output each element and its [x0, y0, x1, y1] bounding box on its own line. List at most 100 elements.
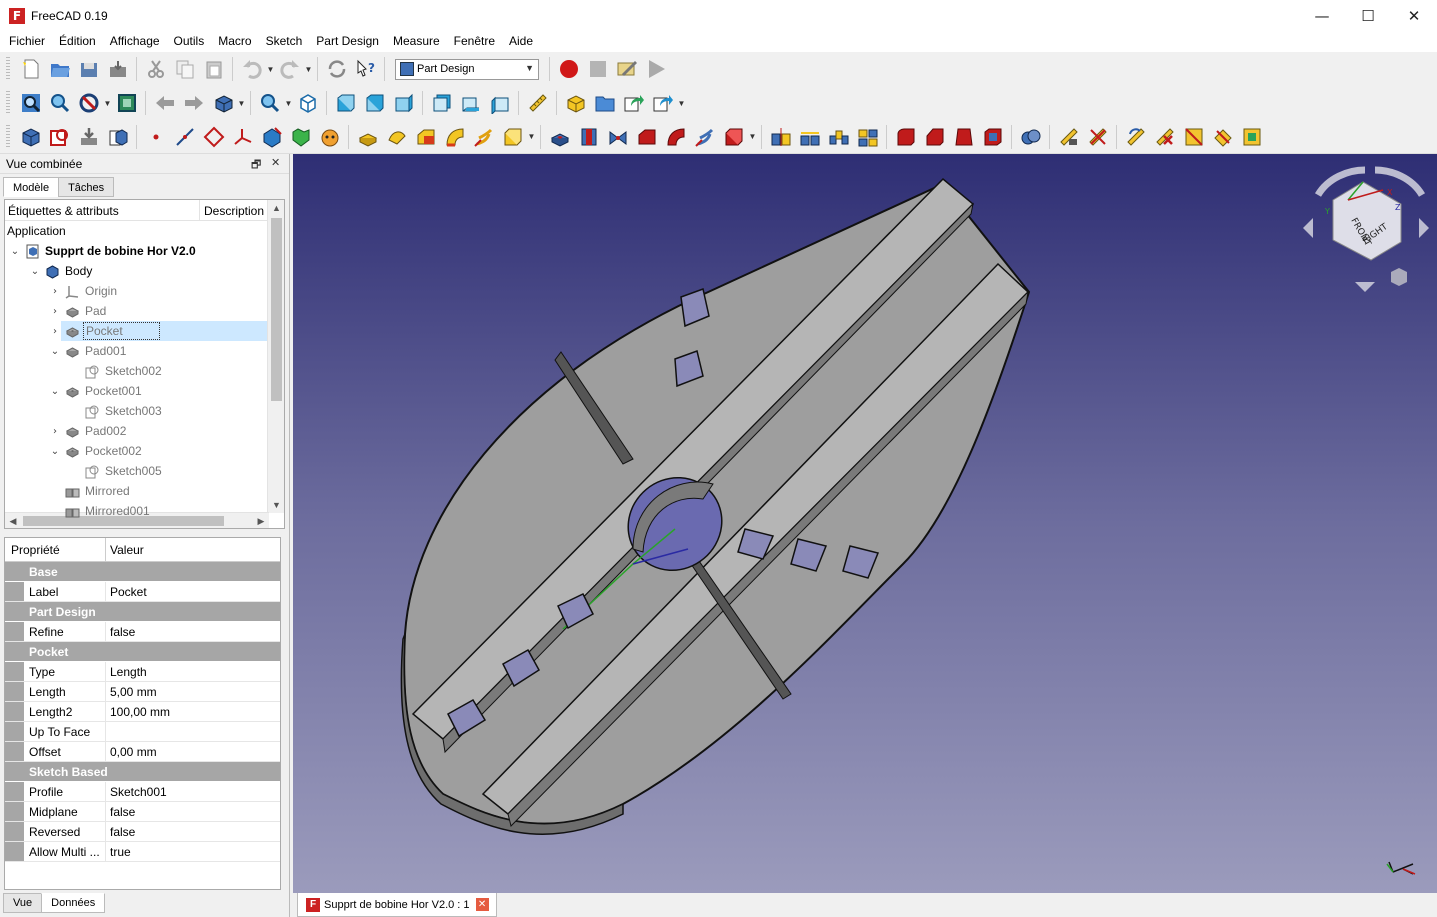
redo-dropdown-icon[interactable]: ▼	[304, 55, 313, 83]
shape-binder-button[interactable]	[257, 123, 286, 151]
menu-fichier[interactable]: Fichier	[2, 31, 52, 52]
view-left-button[interactable]	[485, 89, 514, 117]
measure-refresh-button[interactable]	[1121, 123, 1150, 151]
pocket-button[interactable]	[545, 123, 574, 151]
property-value[interactable]: 5,00 mm	[106, 682, 280, 701]
measure-linear-button[interactable]	[1054, 123, 1083, 151]
tree-item[interactable]: › Origin	[5, 281, 284, 301]
menu-aide[interactable]: Aide	[502, 31, 540, 52]
draw-style-button[interactable]	[74, 89, 103, 117]
bounding-box-button[interactable]	[112, 89, 141, 117]
chevron-right-icon[interactable]: ›	[49, 326, 61, 337]
toolbar-grip[interactable]	[6, 91, 10, 115]
tree-item[interactable]: ⌄ Body	[5, 261, 284, 281]
tab-modele[interactable]: Modèle	[3, 177, 60, 197]
create-sketch-button[interactable]	[45, 123, 74, 151]
std-views-button[interactable]	[208, 89, 237, 117]
measure-clear-button[interactable]	[1150, 123, 1179, 151]
fit-all-button[interactable]	[16, 89, 45, 117]
property-row[interactable]: Label Pocket	[5, 582, 280, 602]
datum-line-button[interactable]	[170, 123, 199, 151]
paste-button[interactable]	[199, 55, 228, 83]
chevron-right-icon[interactable]: ›	[49, 306, 61, 317]
macro-edit-button[interactable]	[612, 55, 641, 83]
menu-edition[interactable]: Édition	[52, 31, 103, 52]
property-col-value[interactable]: Valeur	[106, 543, 144, 557]
local-cs-button[interactable]	[228, 123, 257, 151]
fit-selection-button[interactable]	[45, 89, 74, 117]
property-value[interactable]: false	[106, 822, 280, 841]
scroll-down-icon[interactable]: ▼	[268, 497, 284, 513]
tree-item[interactable]: ⌄ Pad001	[5, 341, 284, 361]
chevron-down-icon[interactable]: ⌄	[9, 246, 21, 257]
property-value[interactable]: true	[106, 842, 280, 861]
measure-distance-button[interactable]	[523, 89, 552, 117]
tree-item[interactable]: Sketch003	[5, 401, 284, 421]
forward-button[interactable]	[179, 89, 208, 117]
tree-item[interactable]: › Pad002	[5, 421, 284, 441]
property-value[interactable]	[106, 722, 280, 741]
tab-taches[interactable]: Tâches	[58, 177, 115, 197]
tree-vertical-scrollbar[interactable]: ▲ ▼	[267, 200, 284, 513]
property-value[interactable]: Length	[106, 662, 280, 681]
cut-button[interactable]	[141, 55, 170, 83]
tree-item[interactable]: Sketch005	[5, 461, 284, 481]
toolbar-grip[interactable]	[6, 57, 10, 81]
undo-dropdown-icon[interactable]: ▼	[266, 55, 275, 83]
create-part-button[interactable]	[561, 89, 590, 117]
tree-item[interactable]: Sketch002	[5, 361, 284, 381]
chamfer-button[interactable]	[920, 123, 949, 151]
datum-plane-button[interactable]	[199, 123, 228, 151]
menu-affichage[interactable]: Affichage	[103, 31, 167, 52]
subtractive-primitive-dropdown-icon[interactable]: ▼	[748, 123, 757, 151]
property-row[interactable]: Type Length	[5, 662, 280, 682]
redo-button[interactable]	[275, 55, 304, 83]
menu-sketch[interactable]: Sketch	[259, 31, 310, 52]
menu-macro[interactable]: Macro	[211, 31, 258, 52]
additive-helix-button[interactable]	[469, 123, 498, 151]
property-value[interactable]: false	[106, 622, 280, 641]
pad-button[interactable]	[353, 123, 382, 151]
chevron-down-icon[interactable]: ⌄	[49, 446, 61, 457]
property-group[interactable]: Base	[5, 562, 280, 582]
measure-toggle-3d-button[interactable]	[1208, 123, 1237, 151]
polar-pattern-button[interactable]	[824, 123, 853, 151]
measure-toggle-all-button[interactable]	[1179, 123, 1208, 151]
property-row[interactable]: Length2 100,00 mm	[5, 702, 280, 722]
create-sublink-button[interactable]	[648, 89, 677, 117]
chevron-right-icon[interactable]: ›	[49, 286, 61, 297]
property-row[interactable]: Offset 0,00 mm	[5, 742, 280, 762]
additive-primitive-dropdown-icon[interactable]: ▼	[527, 123, 536, 151]
view-bottom-button[interactable]	[456, 89, 485, 117]
boolean-button[interactable]	[1016, 123, 1045, 151]
whats-this-button[interactable]: ?	[351, 55, 380, 83]
clone-button[interactable]	[103, 123, 132, 151]
orbit-down-icon[interactable]	[1355, 282, 1375, 292]
tree-item[interactable]: › Pocket	[5, 321, 284, 341]
workbench-selector[interactable]: Part Design ▼	[395, 58, 539, 80]
open-file-button[interactable]	[45, 55, 74, 83]
new-file-button[interactable]	[16, 55, 45, 83]
validate-sketch-button[interactable]	[74, 123, 103, 151]
revolution-button[interactable]	[382, 123, 411, 151]
macro-run-button[interactable]	[641, 55, 670, 83]
copy-button[interactable]	[170, 55, 199, 83]
tree-col-description[interactable]: Description	[200, 200, 268, 220]
linear-pattern-button[interactable]	[795, 123, 824, 151]
draw-style-dropdown-icon[interactable]: ▼	[103, 89, 112, 117]
property-group[interactable]: Pocket	[5, 642, 280, 662]
create-body-button[interactable]	[16, 123, 45, 151]
tree-item[interactable]: › Pad	[5, 301, 284, 321]
refresh-button[interactable]	[322, 55, 351, 83]
menu-measure[interactable]: Measure	[386, 31, 447, 52]
scroll-left-icon[interactable]: ◀	[5, 513, 21, 528]
link-dropdown-icon[interactable]: ▼	[677, 89, 686, 117]
fillet-button[interactable]	[891, 123, 920, 151]
property-group[interactable]: Sketch Based	[5, 762, 280, 782]
property-value[interactable]: Sketch001	[106, 782, 280, 801]
menu-outils[interactable]: Outils	[167, 31, 212, 52]
property-value[interactable]: 0,00 mm	[106, 742, 280, 761]
view-rear-button[interactable]	[427, 89, 456, 117]
clone-object-button[interactable]	[315, 123, 344, 151]
3d-viewport[interactable]: FRONT RIGHT X Y Z	[293, 154, 1437, 893]
